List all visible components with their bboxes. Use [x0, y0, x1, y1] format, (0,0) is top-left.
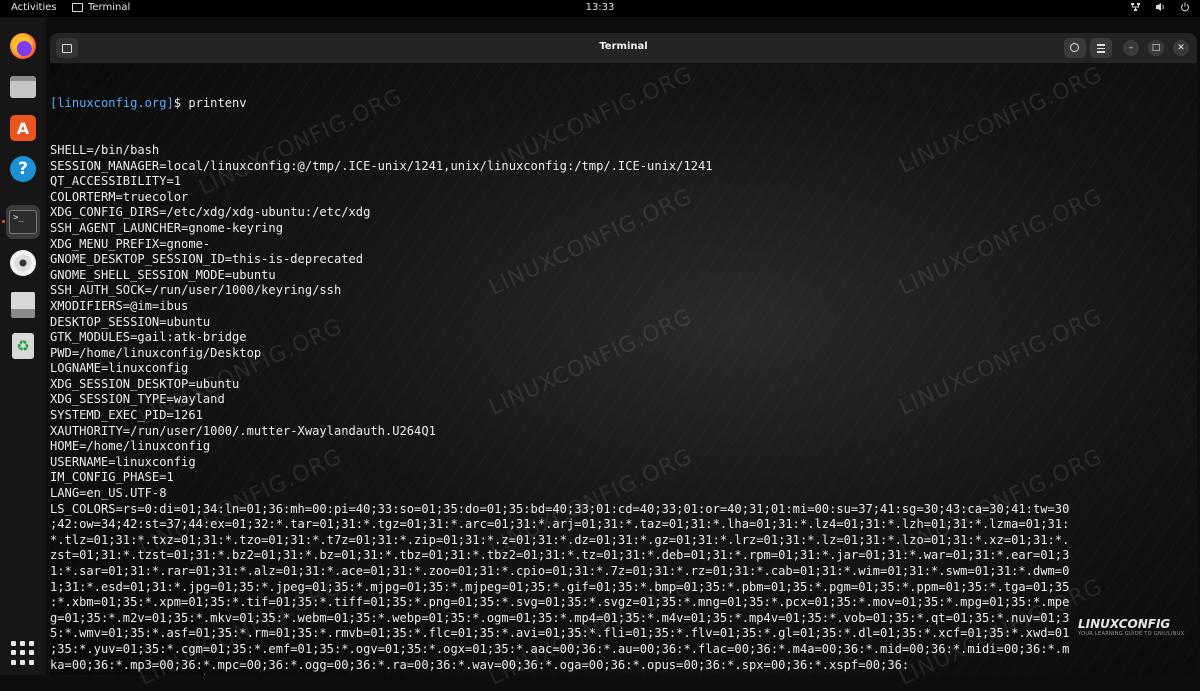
show-apps-icon[interactable] — [11, 641, 35, 665]
dock-terminal[interactable]: >_ — [6, 205, 40, 239]
clock[interactable]: 13:33 — [0, 2, 1200, 13]
dock-trash[interactable]: ♻ — [7, 330, 39, 362]
title-bar[interactable]: Terminal – □ ✕ — [50, 33, 1197, 64]
linuxconfig-logo: LINUXCONFIG YOUR LEARNING GUIDE TO GNU/L… — [1078, 617, 1188, 637]
save-icon — [11, 292, 35, 318]
terminal-line: SHELL=/bin/bash — [50, 142, 160, 157]
search-button[interactable] — [1064, 38, 1086, 58]
terminal-line: XMODIFIERS=@im=ibus — [50, 298, 189, 313]
dock-help[interactable]: ? — [7, 153, 39, 185]
running-indicator — [2, 220, 5, 223]
search-icon — [1070, 43, 1079, 52]
terminal-icon: >_ — [9, 210, 37, 234]
system-tray[interactable] — [1130, 2, 1190, 12]
trash-icon: ♻ — [12, 333, 34, 359]
maximize-button[interactable]: □ — [1148, 40, 1164, 56]
terminal-line: *.tlz=01;31:*.txz=01;31:*.tzo=01;31:*.t7… — [50, 532, 1070, 547]
dvd-icon — [10, 250, 36, 276]
files-icon — [10, 76, 36, 98]
terminal-line: XAUTHORITY=/run/user/1000/.mutter-Xwayla… — [50, 423, 436, 438]
window-title: Terminal — [599, 41, 648, 52]
dock-dvd[interactable] — [7, 247, 39, 279]
terminal-line: 1;31:*.esd=01;31:*.jpg=01;35:*.jpeg=01;3… — [50, 579, 1070, 594]
dock-files[interactable] — [7, 71, 39, 103]
terminal-line: GNOME_DESKTOP_SESSION_ID=this-is-depreca… — [50, 252, 364, 267]
network-icon — [1131, 3, 1140, 11]
power-icon — [1181, 2, 1189, 12]
terminal-line: ka=00;36:*.mp3=00;36:*.mpc=00;36:*.ogg=0… — [50, 657, 910, 672]
dock-save[interactable] — [7, 289, 39, 321]
terminal-line: zst=01;31:*.tzst=01;31:*.bz2=01;31:*.bz=… — [50, 548, 1070, 563]
logo-tagline: YOUR LEARNING GUIDE TO GNU/LINUX — [1078, 631, 1185, 637]
minimize-button[interactable]: – — [1123, 40, 1139, 56]
terminal-line: SYSTEMD_EXEC_PID=1261 — [50, 408, 203, 423]
terminal-line: GNOME_SHELL_SESSION_MODE=ubuntu — [50, 267, 276, 282]
help-icon: ? — [10, 156, 36, 182]
volume-icon — [1156, 3, 1164, 11]
dock-firefox[interactable] — [7, 30, 39, 62]
terminal-line: SSH_AUTH_SOCK=/run/user/1000/keyring/ssh — [50, 283, 342, 298]
dock: A ? >_ ♻ — [0, 17, 46, 675]
hamburger-icon — [1097, 44, 1105, 46]
close-button[interactable]: ✕ — [1173, 40, 1189, 56]
terminal-line: HOME=/home/linuxconfig — [50, 439, 211, 454]
prompt-command: $ printenv — [173, 96, 247, 111]
app-center-icon: A — [10, 115, 36, 141]
terminal-line: USERNAME=linuxconfig — [50, 454, 196, 469]
logo-name: LINUXCONFIG — [1078, 617, 1171, 631]
top-bar: Activities Terminal 13:33 — [0, 0, 1200, 17]
prompt-host: [linuxconfig.org] — [50, 96, 174, 111]
terminal-line: 1:*.sar=01;31:*.rar=01;31:*.alz=01;31:*.… — [50, 564, 1070, 578]
menu-button[interactable] — [1090, 38, 1112, 58]
dock-app-center[interactable]: A — [7, 112, 39, 144]
terminal-line: DESKTOP_SESSION=ubuntu — [50, 314, 211, 329]
firefox-icon — [10, 33, 36, 59]
